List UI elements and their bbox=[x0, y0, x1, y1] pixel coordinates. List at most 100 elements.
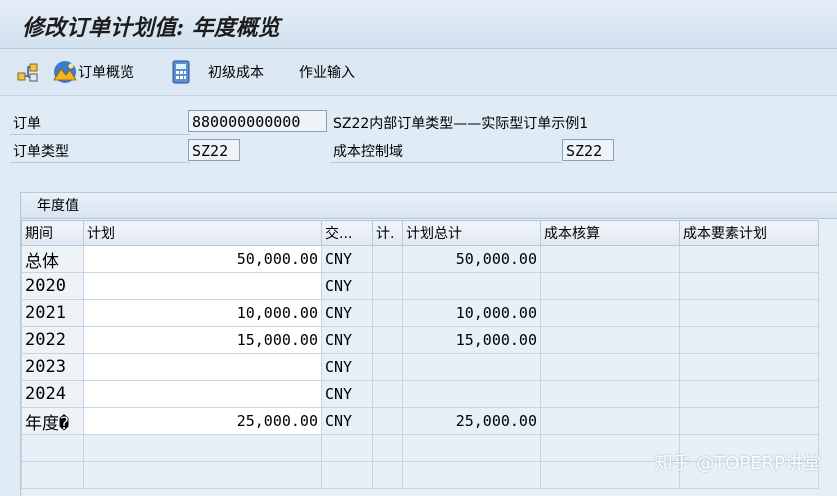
cost-element-plan-cell bbox=[679, 353, 819, 381]
controlling-area-label: 成本控制域 bbox=[333, 144, 403, 160]
plan-total-cell bbox=[402, 353, 541, 381]
plan-indicator-cell bbox=[372, 272, 403, 300]
table-row: 2023 CNY bbox=[21, 353, 819, 381]
order-overview-button[interactable]: 订单概览 bbox=[52, 61, 134, 83]
empty-cell bbox=[372, 461, 403, 489]
plan-total-cell bbox=[402, 272, 541, 300]
activity-input-button[interactable]: 作业输入 bbox=[299, 61, 355, 83]
empty-cell bbox=[83, 434, 322, 462]
table-row: 2020 CNY bbox=[21, 272, 819, 300]
empty-cell bbox=[402, 461, 541, 489]
empty-cell bbox=[402, 434, 541, 462]
column-header-plan-indicator[interactable]: 计. bbox=[372, 220, 403, 246]
period-cell: 2023 bbox=[21, 353, 84, 381]
table-row: 总体 50,000.00 CNY 50,000.00 bbox=[21, 245, 819, 273]
plan-input[interactable]: 10,000.00 bbox=[83, 299, 322, 327]
period-cell: 2024 bbox=[21, 380, 84, 408]
order-description: SZ22内部订单类型——实际型订单示例1 bbox=[333, 116, 589, 132]
activity-input-label: 作业输入 bbox=[299, 65, 355, 81]
plan-indicator-cell bbox=[372, 407, 403, 435]
plan-input[interactable] bbox=[83, 380, 322, 408]
plan-indicator-cell bbox=[372, 353, 403, 381]
table-row: 2021 10,000.00 CNY 10,000.00 bbox=[21, 299, 819, 327]
primary-costs-label: 初级成本 bbox=[208, 65, 264, 81]
empty-cell bbox=[321, 461, 373, 489]
empty-cell bbox=[21, 461, 84, 489]
costing-cell bbox=[540, 353, 680, 381]
empty-cell bbox=[21, 434, 84, 462]
order-type-label: 订单类型 bbox=[13, 144, 69, 160]
primary-costs-button[interactable]: 初级成本 bbox=[208, 61, 264, 83]
calculator-button[interactable] bbox=[171, 60, 191, 84]
controlling-area-field[interactable]: SZ22 bbox=[562, 139, 614, 161]
panel-title: 年度值 bbox=[21, 193, 837, 219]
costing-cell bbox=[540, 380, 680, 408]
plan-input[interactable]: 50,000.00 bbox=[83, 245, 322, 273]
currency-cell: CNY bbox=[321, 245, 373, 273]
period-cell: 总体 bbox=[21, 245, 84, 273]
plan-input[interactable]: 15,000.00 bbox=[83, 326, 322, 354]
plan-total-cell: 15,000.00 bbox=[402, 326, 541, 354]
watermark: 知乎 @TOPERP讲堂 bbox=[654, 453, 821, 474]
column-header-currency[interactable]: 交... bbox=[321, 220, 373, 246]
order-type-field[interactable]: SZ22 bbox=[188, 139, 240, 161]
period-cell: 2022 bbox=[21, 326, 84, 354]
column-header-plan[interactable]: 计划 bbox=[83, 220, 322, 246]
empty-cell bbox=[321, 434, 373, 462]
period-cell: 2021 bbox=[21, 299, 84, 327]
order-label: 订单 bbox=[13, 116, 41, 132]
cost-element-plan-cell bbox=[679, 272, 819, 300]
table-row: 2022 15,000.00 CNY 15,000.00 bbox=[21, 326, 819, 354]
table-row: 2024 CNY bbox=[21, 380, 819, 408]
column-header-plan-total[interactable]: 计划总计 bbox=[402, 220, 541, 246]
plan-total-cell: 10,000.00 bbox=[402, 299, 541, 327]
order-label-underline bbox=[10, 134, 190, 135]
currency-cell: CNY bbox=[321, 380, 373, 408]
order-overview-label: 订单概览 bbox=[78, 65, 134, 81]
order-number-field[interactable]: 880000000000 bbox=[188, 110, 327, 132]
cost-element-plan-cell bbox=[679, 326, 819, 354]
order-type-underline bbox=[10, 162, 190, 163]
column-header-cost-element-plan[interactable]: 成本要素计划 bbox=[679, 220, 819, 246]
table-row: 年度� 25,000.00 CNY 25,000.00 bbox=[21, 407, 819, 435]
plan-total-cell bbox=[402, 380, 541, 408]
controlling-area-underline bbox=[330, 162, 562, 163]
plan-indicator-cell bbox=[372, 380, 403, 408]
plan-indicator-cell bbox=[372, 299, 403, 327]
cost-element-plan-cell bbox=[679, 380, 819, 408]
currency-cell: CNY bbox=[321, 272, 373, 300]
empty-cell bbox=[372, 434, 403, 462]
cost-element-plan-cell bbox=[679, 299, 819, 327]
column-header-period[interactable]: 期间 bbox=[21, 220, 84, 246]
cost-element-plan-cell bbox=[679, 245, 819, 273]
column-header-costing[interactable]: 成本核算 bbox=[540, 220, 680, 246]
costing-cell bbox=[540, 407, 680, 435]
costing-cell bbox=[540, 326, 680, 354]
hierarchy-button[interactable] bbox=[16, 61, 40, 83]
chart-mountain-icon bbox=[53, 61, 77, 83]
period-cell: 2020 bbox=[21, 272, 84, 300]
title-bar: 修改订单计划值: 年度概览 bbox=[0, 0, 837, 49]
plan-input[interactable] bbox=[83, 272, 322, 300]
application-toolbar: 订单概览 初级成本 作业输入 bbox=[0, 49, 837, 96]
plan-total-cell: 25,000.00 bbox=[402, 407, 541, 435]
hierarchy-icon bbox=[17, 63, 38, 82]
costing-cell bbox=[540, 299, 680, 327]
plan-total-cell: 50,000.00 bbox=[402, 245, 541, 273]
cost-element-plan-cell bbox=[679, 407, 819, 435]
plan-input[interactable] bbox=[83, 353, 322, 381]
table-header-row: 期间 计划 交... 计. 计划总计 成本核算 成本要素计划 bbox=[21, 220, 819, 246]
calculator-icon bbox=[172, 60, 190, 84]
currency-cell: CNY bbox=[321, 353, 373, 381]
currency-cell: CNY bbox=[321, 407, 373, 435]
period-cell: 年度� bbox=[21, 407, 84, 435]
currency-cell: CNY bbox=[321, 299, 373, 327]
costing-cell bbox=[540, 245, 680, 273]
plan-input[interactable]: 25,000.00 bbox=[83, 407, 322, 435]
plan-indicator-cell bbox=[372, 326, 403, 354]
window-title: 修改订单计划值: 年度概览 bbox=[22, 15, 280, 41]
currency-cell: CNY bbox=[321, 326, 373, 354]
plan-indicator-cell bbox=[372, 245, 403, 273]
costing-cell bbox=[540, 272, 680, 300]
empty-cell bbox=[83, 461, 322, 489]
